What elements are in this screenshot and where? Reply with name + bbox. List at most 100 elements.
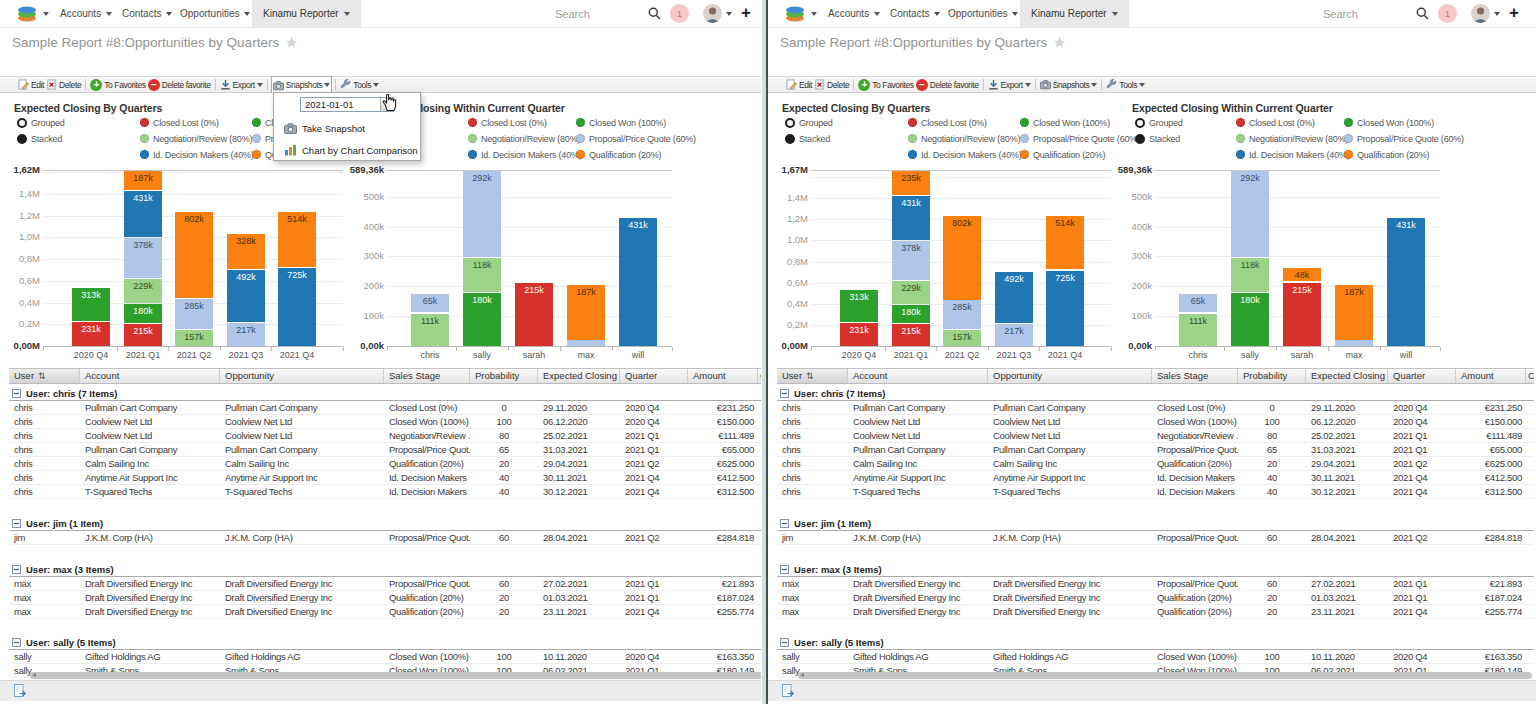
horizontal-scrollbar[interactable]: [30, 672, 764, 679]
legend-series-dot[interactable]: [468, 118, 477, 127]
nav-item-accounts[interactable]: Accounts: [828, 0, 880, 27]
table-row[interactable]: chrisT-Squared TechsT-Squared TechsId. D…: [9, 485, 766, 499]
chart-by-chart-comparison-menu-item[interactable]: Chart by Chart Comparison: [274, 141, 420, 159]
legend-mode-label[interactable]: Grouped: [1149, 118, 1183, 129]
collapse-icon[interactable]: [12, 519, 21, 528]
add-button[interactable]: +: [741, 3, 751, 23]
legend-mode-label[interactable]: Grouped: [799, 118, 833, 129]
legend-series-dot[interactable]: [908, 150, 917, 159]
group-header-row[interactable]: User: max (3 Items): [777, 563, 1534, 577]
snapshots-button[interactable]: Snapshots: [271, 76, 333, 93]
legend-series-label[interactable]: Id. Decision Makers (40%): [481, 150, 582, 161]
legend-series-label[interactable]: Closed Won (100%): [1033, 118, 1110, 129]
legend-series-dot[interactable]: [576, 118, 585, 127]
nav-item-accounts[interactable]: Accounts: [60, 0, 112, 27]
notification-badge[interactable]: 1: [1438, 4, 1457, 23]
column-header-user[interactable]: User⇅: [9, 369, 80, 383]
to-favorites-button[interactable]: +To Favorites: [89, 77, 147, 92]
search-input[interactable]: [1321, 4, 1415, 24]
star-icon[interactable]: [1053, 36, 1066, 49]
bar-segment-decision[interactable]: [619, 218, 657, 346]
legend-series-dot[interactable]: [1020, 118, 1029, 127]
collapse-icon[interactable]: [780, 519, 789, 528]
column-header-quarter[interactable]: Quarter: [1388, 369, 1456, 383]
legend-series-label[interactable]: Id. Decision Makers (40%): [153, 150, 254, 161]
legend-series-label[interactable]: Proposal/Price Quote (60%): [1357, 134, 1464, 145]
legend-series-label[interactable]: Closed Won (100%): [589, 118, 666, 129]
column-header-account[interactable]: Account: [80, 369, 220, 383]
legend-series-label[interactable]: Closed Lost (0%): [921, 118, 987, 129]
legend-mode-label[interactable]: Stacked: [799, 134, 830, 145]
collapse-icon[interactable]: [780, 638, 789, 647]
delete-button[interactable]: Delete: [45, 77, 82, 92]
delete-favorite-button[interactable]: −Delete favorite: [915, 77, 980, 92]
column-header-amount[interactable]: Amount: [688, 369, 758, 383]
horizontal-scrollbar[interactable]: [798, 672, 1532, 679]
column-header-probability[interactable]: Probability: [470, 369, 538, 383]
delete-favorite-button[interactable]: −Delete favorite: [147, 77, 212, 92]
add-button[interactable]: +: [1509, 3, 1519, 23]
column-header-quarter[interactable]: Quarter: [620, 369, 688, 383]
snapshots-button[interactable]: Snapshots: [1039, 77, 1099, 92]
bar-segment-proposal[interactable]: [567, 340, 605, 346]
app-logo-menu[interactable]: [16, 0, 49, 27]
export-button[interactable]: Export: [987, 77, 1032, 92]
tools-button[interactable]: Tools: [339, 77, 380, 92]
avatar[interactable]: [703, 4, 722, 23]
legend-series-dot[interactable]: [1236, 134, 1245, 143]
table-row[interactable]: maxDraft Diversified Energy IncDraft Div…: [9, 591, 766, 605]
column-header-expected-closing[interactable]: Expected Closing: [1306, 369, 1388, 383]
collapse-icon[interactable]: [780, 565, 789, 574]
group-header-row[interactable]: User: jim (1 Item): [9, 517, 766, 531]
collapse-icon[interactable]: [12, 565, 21, 574]
avatar-chevron-icon[interactable]: [726, 12, 732, 16]
legend-series-dot[interactable]: [1236, 150, 1245, 159]
legend-series-dot[interactable]: [1344, 134, 1353, 143]
legend-series-dot[interactable]: [908, 118, 917, 127]
table-row[interactable]: jimJ.K.M. Corp (HA)J.K.M. Corp (HA)Propo…: [777, 531, 1534, 545]
legend-mode-label[interactable]: Grouped: [31, 118, 65, 129]
legend-mode-label[interactable]: Stacked: [31, 134, 62, 145]
legend-series-dot[interactable]: [140, 134, 149, 143]
legend-series-dot[interactable]: [140, 150, 149, 159]
scroll-left-arrow[interactable]: [32, 673, 36, 677]
legend-series-dot[interactable]: [468, 134, 477, 143]
table-row[interactable]: chrisPullman Cart CompanyPullman Cart Co…: [9, 401, 766, 415]
legend-mode-radio[interactable]: [17, 134, 27, 144]
legend-mode-radio[interactable]: [785, 134, 795, 144]
avatar-chevron-icon[interactable]: [1494, 12, 1500, 16]
legend-mode-label[interactable]: Stacked: [1149, 134, 1180, 145]
column-header-amount[interactable]: Amount: [1456, 369, 1526, 383]
legend-series-dot[interactable]: [1236, 118, 1245, 127]
legend-series-label[interactable]: Proposal/Price Quote (60%): [1033, 134, 1140, 145]
legend-series-label[interactable]: Negotiation/Review (80%): [481, 134, 580, 145]
legend-mode-radio[interactable]: [17, 118, 27, 128]
legend-series-label[interactable]: Qualification (20%): [589, 150, 661, 161]
legend-series-dot[interactable]: [1020, 150, 1029, 159]
group-header-row[interactable]: User: chris (7 Items): [9, 387, 766, 401]
legend-series-dot[interactable]: [1344, 150, 1353, 159]
table-row[interactable]: maxDraft Diversified Energy IncDraft Div…: [777, 577, 1534, 591]
table-row[interactable]: chrisPullman Cart CompanyPullman Cart Co…: [777, 401, 1534, 415]
group-header-row[interactable]: User: jim (1 Item): [777, 517, 1534, 531]
table-row[interactable]: maxDraft Diversified Energy IncDraft Div…: [9, 577, 766, 591]
table-row[interactable]: sallyGifted Holdings AGGifted Holdings A…: [9, 650, 766, 664]
legend-series-dot[interactable]: [1020, 134, 1029, 143]
legend-series-label[interactable]: Proposal/Price Quote (60%): [589, 134, 696, 145]
search-icon[interactable]: [648, 7, 661, 20]
nav-item-kinamu-reporter[interactable]: Kinamu Reporter: [252, 0, 361, 27]
legend-series-dot[interactable]: [468, 150, 477, 159]
table-row[interactable]: sallyGifted Holdings AGGifted Holdings A…: [777, 650, 1534, 664]
collapse-icon[interactable]: [12, 638, 21, 647]
table-row[interactable]: jimJ.K.M. Corp (HA)J.K.M. Corp (HA)Propo…: [9, 531, 766, 545]
legend-series-label[interactable]: Id. Decision Makers (40%): [1249, 150, 1350, 161]
search-icon[interactable]: [1416, 7, 1429, 20]
delete-button[interactable]: Delete: [813, 77, 850, 92]
legend-series-label[interactable]: Negotiation/Review (80%): [153, 134, 252, 145]
edit-button[interactable]: Edit: [17, 77, 45, 92]
nav-item-opportunities[interactable]: Opportunities: [180, 0, 250, 27]
column-header-sales-stage[interactable]: Sales Stage: [384, 369, 470, 383]
table-row[interactable]: chrisAnytime Air Support IncAnytime Air …: [777, 471, 1534, 485]
legend-series-label[interactable]: Qualification (20%): [1357, 150, 1429, 161]
table-row[interactable]: chrisCoolview Net LtdCoolview Net LtdClo…: [777, 415, 1534, 429]
